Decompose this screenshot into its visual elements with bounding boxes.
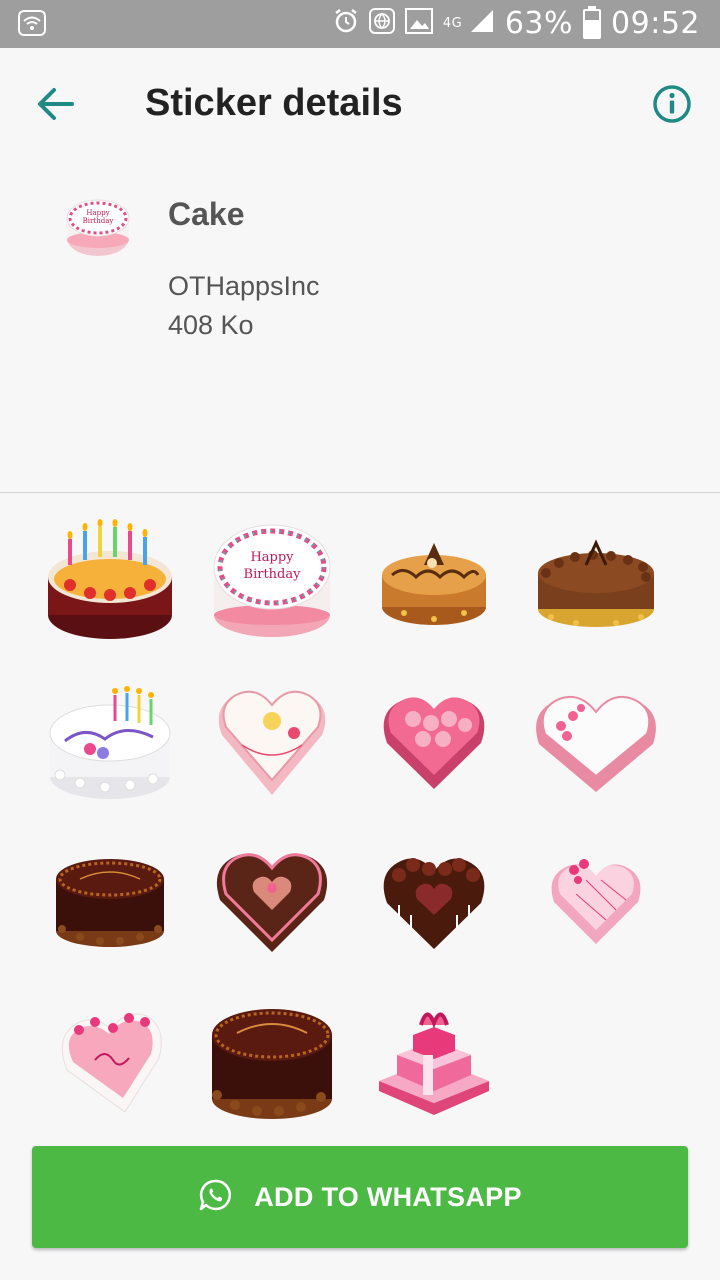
pack-name: Cake: [168, 196, 245, 232]
battery-percentage: 63%: [504, 6, 574, 41]
pack-publisher: OTHappsInc: [168, 271, 320, 301]
tray-text-line1: Happy: [86, 209, 109, 217]
caramel-cake-sticker[interactable]: [354, 500, 514, 660]
add-to-whatsapp-button[interactable]: ADD TO WHATSAPP: [32, 1146, 688, 1248]
globe-icon: [368, 8, 395, 39]
chocolate-nut-cake-sticker[interactable]: [516, 500, 676, 660]
love-heart-cake-sticker[interactable]: [30, 980, 190, 1140]
wifi-icon: [18, 10, 46, 41]
sticker-text-line2: Birthday: [244, 567, 302, 582]
chocolate-rose-heart-cake-sticker[interactable]: [354, 820, 514, 980]
pack-size: 408 Ko: [168, 310, 254, 340]
birthday-cake-with-candles-sticker[interactable]: [30, 660, 190, 820]
chocolate-heart-cake-sticker[interactable]: [192, 820, 352, 980]
network-type: 4G: [442, 15, 463, 31]
signal-icon: [469, 8, 495, 39]
pink-rose-heart-cake-sticker[interactable]: [354, 660, 514, 820]
whatsapp-icon: [198, 1178, 232, 1217]
candle-cake-sticker[interactable]: [30, 500, 190, 660]
small-pink-heart-cake-sticker[interactable]: [516, 820, 676, 980]
arrow-left-icon[interactable]: [36, 84, 76, 124]
image-icon: [404, 8, 433, 39]
clock-time: 09:52: [611, 6, 700, 41]
add-to-whatsapp-label: ADD TO WHATSAPP: [254, 1181, 522, 1212]
pink-gift-cake-sticker[interactable]: [354, 980, 514, 1140]
page-title: Sticker details: [145, 82, 403, 124]
divider: [0, 492, 720, 493]
alarm-icon: [333, 8, 359, 39]
happy-birthday-cake-sticker[interactable]: Happy Birthday: [192, 500, 352, 660]
sticker-text-line1: Happy: [250, 550, 294, 565]
tray-text-line2: Birthday: [83, 217, 114, 225]
pink-white-heart-cake-sticker[interactable]: [516, 660, 676, 820]
large-chocolate-birthday-cake-sticker[interactable]: [192, 980, 352, 1140]
pack-tray-icon: Happy Birthday: [62, 192, 134, 264]
app-bar: Sticker details: [0, 48, 720, 160]
chocolate-birthday-cake-sticker[interactable]: [30, 820, 190, 980]
info-icon[interactable]: [652, 84, 692, 124]
white-heart-cake-sticker[interactable]: [192, 660, 352, 820]
status-bar: 4G 63% 09:52: [0, 0, 720, 48]
battery-icon: [583, 5, 602, 39]
